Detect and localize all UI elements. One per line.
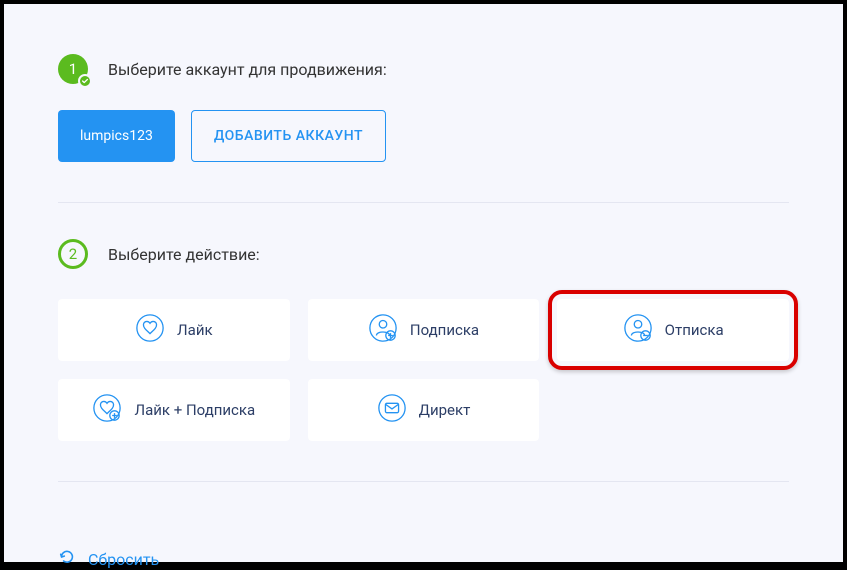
step-1-header: 1 Выберите аккаунт для продвижения: bbox=[58, 54, 789, 84]
action-follow[interactable]: Подписка bbox=[308, 299, 540, 361]
actions-grid: Лайк Подписка Отписка Лайк + Подписка bbox=[58, 299, 789, 441]
action-follow-label: Подписка bbox=[410, 321, 479, 339]
promotion-setup-panel: 1 Выберите аккаунт для продвижения: lump… bbox=[4, 4, 843, 562]
action-like-follow[interactable]: Лайк + Подписка bbox=[58, 379, 290, 441]
step-2-header: 2 Выберите действие: bbox=[58, 239, 789, 269]
step-2-number: 2 bbox=[69, 245, 77, 263]
heart-plus-icon bbox=[92, 393, 122, 427]
account-chip-selected[interactable]: lumpics123 bbox=[58, 110, 175, 162]
step-2-title: Выберите действие: bbox=[108, 245, 260, 264]
action-unfollow-label: Отписка bbox=[665, 321, 724, 339]
user-minus-icon bbox=[623, 313, 653, 347]
step-1-badge: 1 bbox=[58, 54, 88, 84]
step-1-number: 1 bbox=[69, 60, 77, 78]
accounts-row: lumpics123 ДОБАВИТЬ АККАУНТ bbox=[58, 110, 789, 162]
reset-button[interactable]: Сбросить bbox=[58, 548, 159, 570]
action-like-label: Лайк bbox=[177, 321, 213, 339]
action-direct[interactable]: Директ bbox=[308, 379, 540, 441]
step-1-title: Выберите аккаунт для продвижения: bbox=[108, 60, 387, 79]
divider bbox=[58, 202, 789, 203]
divider bbox=[58, 481, 789, 482]
mail-icon bbox=[377, 393, 407, 427]
add-account-button[interactable]: ДОБАВИТЬ АККАУНТ bbox=[191, 110, 386, 162]
check-icon bbox=[78, 74, 92, 88]
user-plus-icon bbox=[368, 313, 398, 347]
action-like[interactable]: Лайк bbox=[58, 299, 290, 361]
action-like-follow-label: Лайк + Подписка bbox=[134, 401, 255, 419]
action-direct-label: Директ bbox=[419, 401, 471, 419]
heart-icon bbox=[135, 313, 165, 347]
action-unfollow[interactable]: Отписка bbox=[557, 299, 789, 361]
step-2-badge: 2 bbox=[58, 239, 88, 269]
reset-icon bbox=[58, 548, 76, 570]
